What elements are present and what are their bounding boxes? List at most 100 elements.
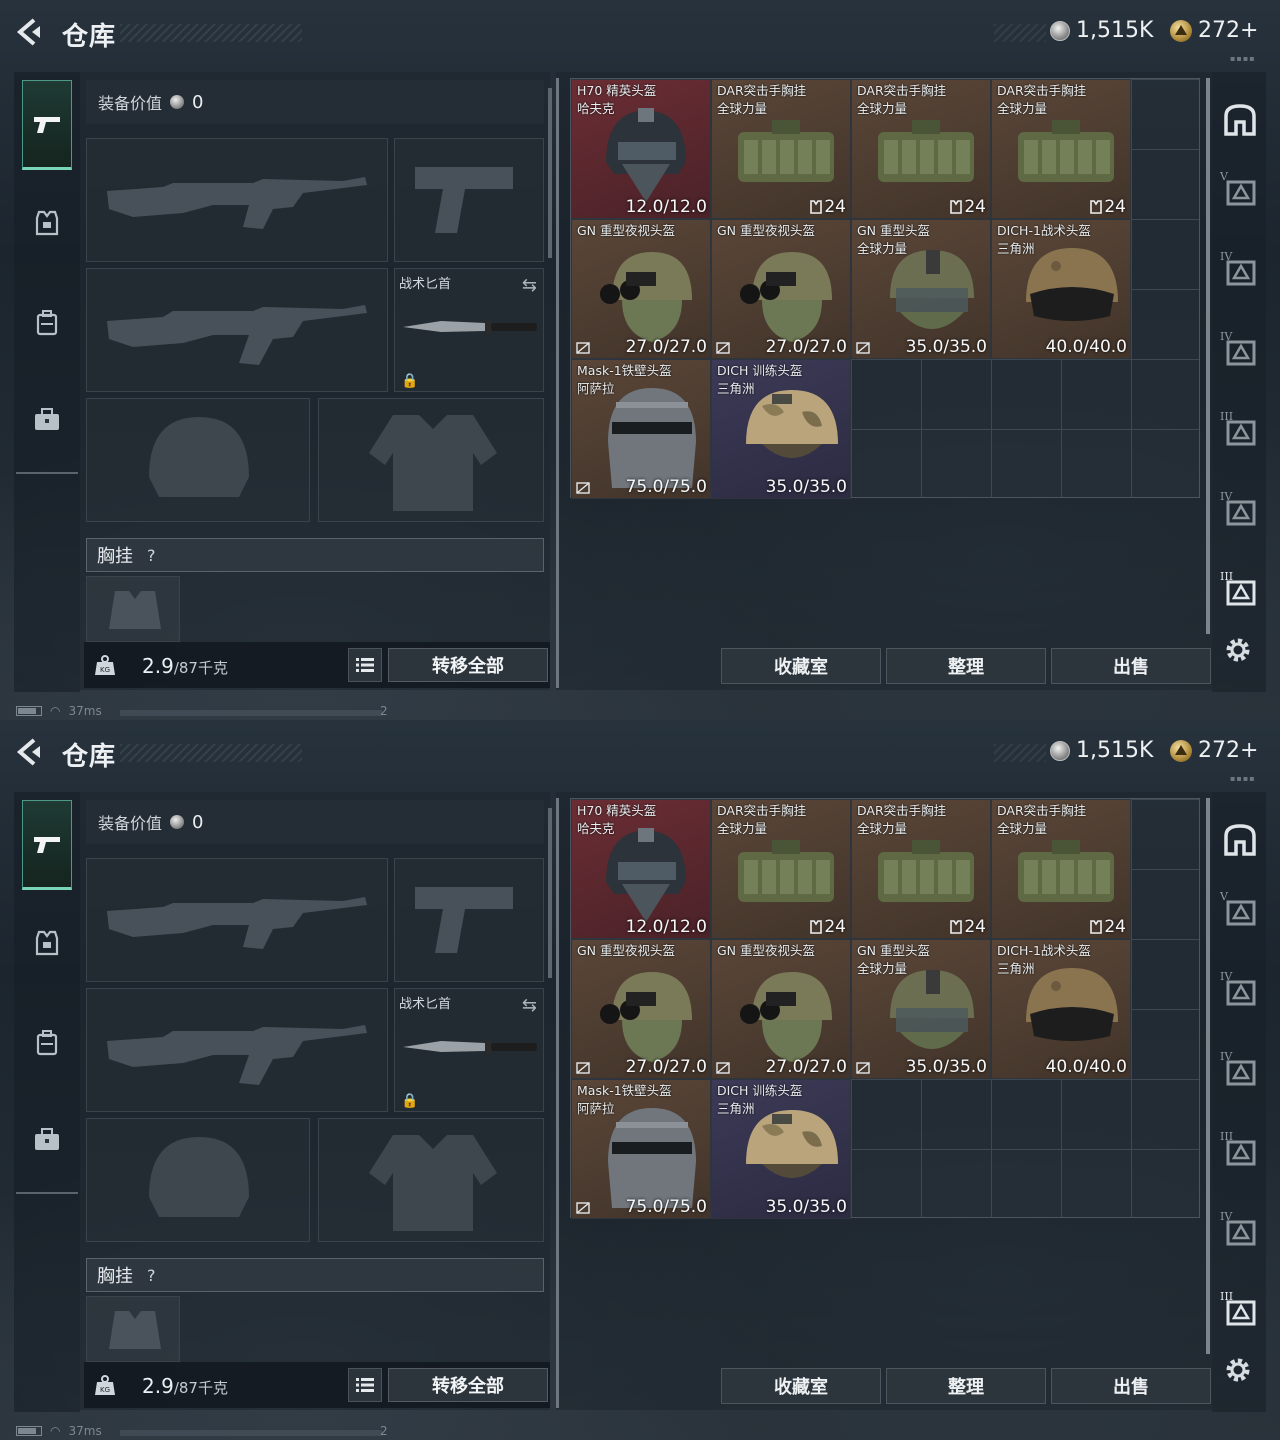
help-icon[interactable]: ? xyxy=(147,546,156,565)
helmet-slot[interactable] xyxy=(86,1118,310,1242)
item-name: DICH-1战术头盔 xyxy=(997,943,1091,958)
no-insurance-icon xyxy=(856,1062,870,1074)
sort-button[interactable]: 整理 xyxy=(886,1368,1046,1404)
stash-grid[interactable]: H70 精英头盔 哈夫克 12.0/12.0 DAR突击手胸挂 全球力量 24 DAR突击手… xyxy=(570,798,1200,1219)
weight-bar: KG 2.9/87千克 转移全部 xyxy=(84,1362,550,1408)
game-screen: 仓库 1,515K 272+ ▪▪▪▪ 装备价值 0 战术匕首 ⇆ 🔒 胸挂 ?… xyxy=(0,720,1280,1440)
container-tier-icon[interactable]: III xyxy=(1220,1290,1260,1330)
knife-slot[interactable]: 战术匕首 ⇆ 🔒 xyxy=(394,988,544,1112)
safe-box-icon[interactable] xyxy=(1220,820,1260,860)
tab-armor[interactable] xyxy=(22,898,72,988)
rifle-silhouette-icon xyxy=(107,1025,367,1085)
container-tier-icon[interactable]: III xyxy=(1220,570,1260,610)
equipment-scrollbar[interactable] xyxy=(548,808,552,978)
stash-grid[interactable]: H70 精英头盔 哈夫克 12.0/12.0 DAR突击手胸挂 全球力量 24 DAR突击手… xyxy=(570,78,1200,499)
stash-item[interactable]: GN 重型夜视头盔 27.0/27.0 xyxy=(571,219,711,359)
tab-armor[interactable] xyxy=(22,178,72,268)
container-tier-icon[interactable]: IV xyxy=(1220,970,1260,1010)
list-view-button[interactable] xyxy=(348,1368,382,1402)
stash-item[interactable]: GN 重型夜视头盔 27.0/27.0 xyxy=(711,219,851,359)
stash-item[interactable]: DAR突击手胸挂 全球力量 24 xyxy=(991,799,1131,939)
collection-room-button[interactable]: 收藏室 xyxy=(721,1368,881,1404)
armor-slot[interactable] xyxy=(318,1118,544,1242)
container-tier-icon[interactable]: IV xyxy=(1220,1050,1260,1090)
help-icon[interactable]: ? xyxy=(147,1266,156,1285)
container-tier-icon[interactable]: IV xyxy=(1220,490,1260,530)
primary-weapon-slot[interactable] xyxy=(86,138,388,262)
gold-currency[interactable]: 272+ xyxy=(1170,738,1258,763)
list-view-button[interactable] xyxy=(348,648,382,682)
stash-item[interactable]: DICH 训练头盔 三角洲 35.0/35.0 xyxy=(711,1079,851,1219)
back-arrow-icon[interactable] xyxy=(14,736,46,768)
settings-gear-icon[interactable] xyxy=(1222,634,1254,666)
stash-item[interactable]: Mask-1铁壁头盔 阿萨拉 75.0/75.0 xyxy=(571,359,711,499)
app-root: 仓库 1,515K 272+ ▪▪▪▪ 装备价值 0 战术匕首 ⇆ 🔒 胸挂 ?… xyxy=(0,0,1280,1440)
chest-rig-slot[interactable] xyxy=(86,576,180,642)
stash-item[interactable]: DAR突击手胸挂 全球力量 24 xyxy=(711,799,851,939)
item-name: DICH 训练头盔 xyxy=(717,363,803,378)
swap-icon[interactable]: ⇆ xyxy=(522,275,537,296)
chest-rig-header[interactable]: 胸挂 ? xyxy=(86,538,544,572)
helmet-slot[interactable] xyxy=(86,398,310,522)
secondary-weapon-slot[interactable] xyxy=(394,138,544,262)
collection-room-button[interactable]: 收藏室 xyxy=(721,648,881,684)
stash-scrollbar[interactable] xyxy=(1206,798,1210,1354)
container-tier-icon[interactable]: III xyxy=(1220,1130,1260,1170)
stash-item[interactable]: GN 重型头盔 全球力量 35.0/35.0 xyxy=(851,219,991,359)
container-tier-icon[interactable]: IV xyxy=(1220,330,1260,370)
transfer-all-button[interactable]: 转移全部 xyxy=(388,648,548,682)
container-tier-icon[interactable]: V xyxy=(1220,890,1260,930)
swap-icon[interactable]: ⇆ xyxy=(522,995,537,1016)
tab-weapons[interactable] xyxy=(22,800,72,890)
stash-item[interactable]: DICH-1战术头盔 三角洲 40.0/40.0 xyxy=(991,219,1131,359)
container-tier-icon[interactable]: V xyxy=(1220,170,1260,210)
safe-box-icon[interactable] xyxy=(1220,100,1260,140)
stash-item[interactable]: H70 精英头盔 哈夫克 12.0/12.0 xyxy=(571,799,711,939)
stash-item[interactable]: GN 重型头盔 全球力量 35.0/35.0 xyxy=(851,939,991,1079)
item-durability: 35.0/35.0 xyxy=(765,1197,847,1217)
stash-item[interactable]: DAR突击手胸挂 全球力量 24 xyxy=(851,79,991,219)
settings-gear-icon[interactable] xyxy=(1222,1354,1254,1386)
top-bar: 仓库 1,515K 272+ ▪▪▪▪ xyxy=(0,720,1280,784)
stash-item[interactable]: GN 重型夜视头盔 27.0/27.0 xyxy=(711,939,851,1079)
tab-case[interactable] xyxy=(22,1094,72,1184)
knife-slot[interactable]: 战术匕首 ⇆ 🔒 xyxy=(394,268,544,392)
stash-item[interactable]: DICH 训练头盔 三角洲 35.0/35.0 xyxy=(711,359,851,499)
sell-button[interactable]: 出售 xyxy=(1051,1368,1211,1404)
container-tier-icon[interactable]: IV xyxy=(1220,1210,1260,1250)
stash-item[interactable]: DAR突击手胸挂 全球力量 24 xyxy=(711,79,851,219)
lock-icon: 🔒 xyxy=(401,1093,419,1109)
transfer-all-button[interactable]: 转移全部 xyxy=(388,1368,548,1402)
stash-item[interactable]: DAR突击手胸挂 全球力量 24 xyxy=(991,79,1131,219)
container-tier-icon[interactable]: III xyxy=(1220,410,1260,450)
gold-currency[interactable]: 272+ xyxy=(1170,18,1258,43)
stash-scrollbar[interactable] xyxy=(1206,78,1210,634)
item-capacity: 24 xyxy=(950,917,986,937)
secondary-rifle-slot[interactable] xyxy=(86,988,388,1112)
primary-weapon-slot[interactable] xyxy=(86,858,388,982)
item-name: H70 精英头盔 xyxy=(577,803,657,818)
stash-item[interactable]: DAR突击手胸挂 全球力量 24 xyxy=(851,799,991,939)
tab-backpack[interactable] xyxy=(22,278,72,368)
sell-button[interactable]: 出售 xyxy=(1051,648,1211,684)
chest-rig-header[interactable]: 胸挂 ? xyxy=(86,1258,544,1292)
secondary-rifle-slot[interactable] xyxy=(86,268,388,392)
container-tier-icon[interactable]: IV xyxy=(1220,250,1260,290)
stash-item[interactable]: H70 精英头盔 哈夫克 12.0/12.0 xyxy=(571,79,711,219)
tab-weapons[interactable] xyxy=(22,80,72,170)
secondary-weapon-slot[interactable] xyxy=(394,858,544,982)
silver-currency[interactable]: 1,515K xyxy=(1050,738,1153,763)
silver-currency[interactable]: 1,515K xyxy=(1050,18,1153,43)
back-arrow-icon[interactable] xyxy=(14,16,46,48)
armor-slot[interactable] xyxy=(318,398,544,522)
stash-item[interactable]: Mask-1铁壁头盔 阿萨拉 75.0/75.0 xyxy=(571,1079,711,1219)
chest-rig-slot[interactable] xyxy=(86,1296,180,1362)
tier-label: III xyxy=(1220,570,1234,583)
stash-item[interactable]: GN 重型夜视头盔 27.0/27.0 xyxy=(571,939,711,1079)
stash-item[interactable]: DICH-1战术头盔 三角洲 40.0/40.0 xyxy=(991,939,1131,1079)
sort-button[interactable]: 整理 xyxy=(886,648,1046,684)
tab-case[interactable] xyxy=(22,374,72,464)
tab-backpack[interactable] xyxy=(22,998,72,1088)
weight-icon: KG xyxy=(92,1372,118,1398)
equipment-scrollbar[interactable] xyxy=(548,88,552,258)
